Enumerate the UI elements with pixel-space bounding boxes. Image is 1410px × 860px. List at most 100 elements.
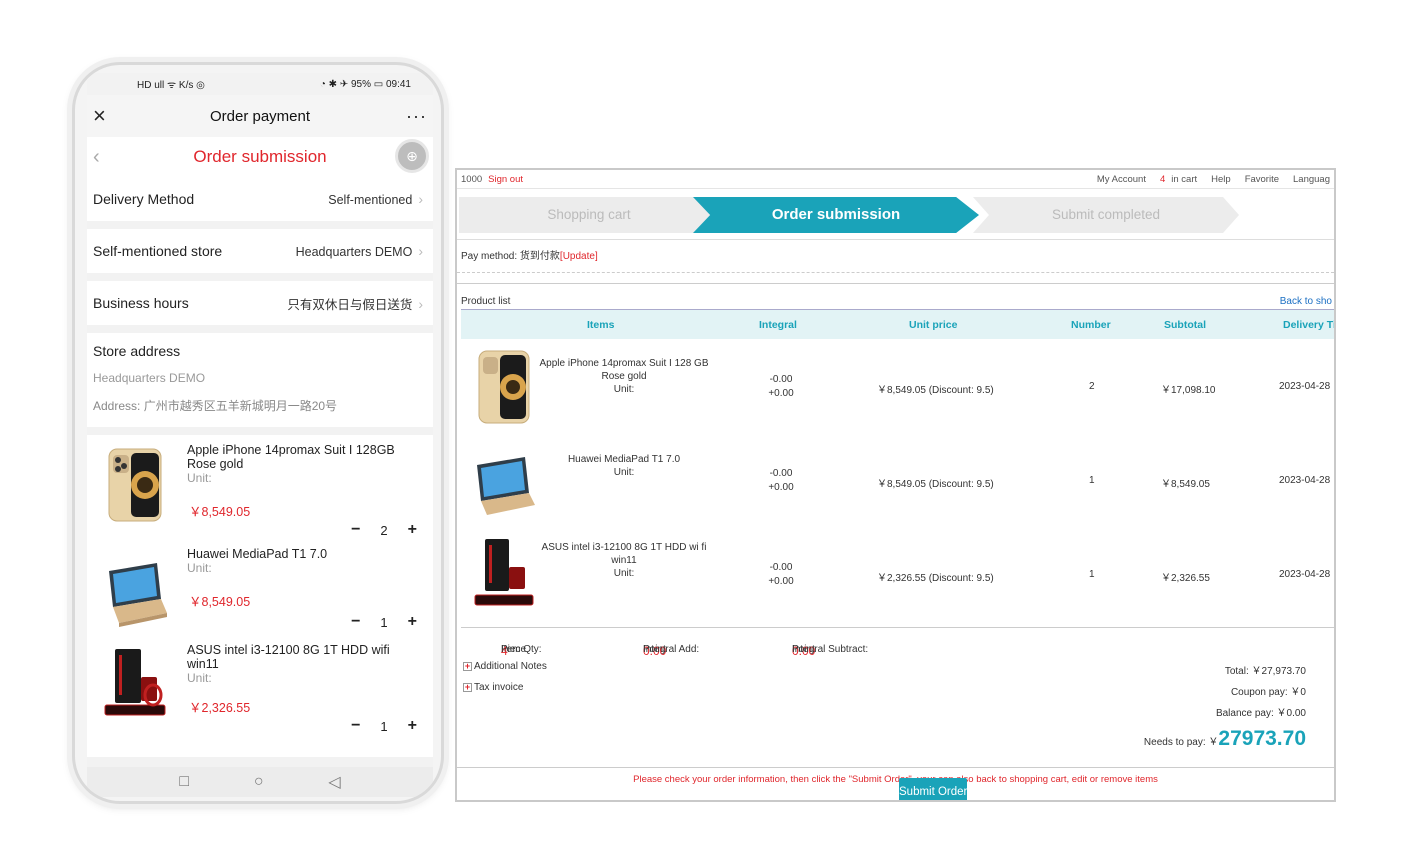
row-business-hours[interactable]: Business hours 只有双休日与假日送货 ›	[87, 281, 433, 325]
product-name: ASUS intel i3-12100 8G 1T HDD wi fi win1…	[541, 542, 707, 579]
row-self-mentioned-store[interactable]: Self-mentioned store Headquarters DEMO ›	[87, 229, 433, 273]
number: 1	[1089, 569, 1095, 580]
update-pay-method-link[interactable]: [Update]	[560, 251, 598, 262]
order-summary-line: Item Qty: 4 Piece Integral Add: 0.00 Poi…	[461, 627, 1334, 658]
delivery-date: 2023-04-28	[1279, 381, 1331, 392]
table-header: Items Integral Unit price Number Subtota…	[461, 309, 1334, 339]
chevron-right-icon: ›	[418, 191, 423, 207]
desktop-pc-product-image	[474, 539, 534, 606]
minus-button[interactable]: −	[351, 613, 360, 631]
quantity-stepper: − 1 +	[351, 717, 417, 735]
chevron-right-icon: ›	[418, 243, 423, 259]
product-price: ￥8,549.05	[189, 505, 251, 519]
quantity-value: 1	[380, 614, 388, 630]
close-icon[interactable]: ×	[93, 103, 121, 129]
quantity-stepper: − 1 +	[351, 613, 417, 631]
quantity-value: 2	[380, 522, 388, 538]
cart-link[interactable]: in cart	[1171, 174, 1197, 185]
pay-method-label: Pay method: 货到付款	[461, 251, 560, 262]
submit-order-button[interactable]: Submit Order	[899, 778, 967, 800]
status-left: HD ull ᯤ K/s ◎	[137, 80, 205, 91]
favorite-link[interactable]: Favorite	[1245, 174, 1279, 185]
back-to-shopping-link[interactable]: Back to sho	[1280, 296, 1332, 307]
minus-button[interactable]: −	[351, 521, 360, 539]
recent-apps-icon[interactable]: □	[179, 773, 189, 791]
tax-invoice-toggle[interactable]: + Tax invoice	[463, 682, 523, 693]
back-icon[interactable]: ‹	[93, 146, 100, 169]
sign-out-link[interactable]: Sign out	[488, 174, 523, 185]
store-address-heading: Store address	[93, 343, 181, 359]
quantity-stepper: − 2 +	[351, 521, 417, 539]
coupon-pay: Coupon pay: ￥0	[1230, 687, 1306, 698]
minus-button[interactable]: −	[351, 717, 360, 735]
unit-price: ￥2,326.55 (Discount: 9.5)	[877, 573, 994, 584]
back-nav-icon[interactable]: ◁	[328, 772, 340, 792]
help-link[interactable]: Help	[1211, 174, 1231, 185]
status-right: ◔ ✱ ✈ 95% ▭ 09:41	[319, 78, 411, 90]
integral-values: -0.00 +0.00	[768, 374, 794, 399]
step-shopping-cart: Shopping cart	[459, 197, 719, 233]
iphone-product-image	[478, 350, 530, 424]
pay-method: Pay method: 货到付款[Update]	[457, 241, 1334, 273]
order-totals: Total: ￥27,973.70 Coupon pay: ￥0 Balance…	[1144, 661, 1306, 753]
table-row: ASUS intel i3-12100 8G 1T HDD wi fi win1…	[461, 527, 1334, 621]
step-order-submission: Order submission	[693, 197, 979, 233]
tablet-product-image	[109, 563, 167, 627]
balance-pay: Balance pay: ￥0.00	[1215, 708, 1306, 719]
row-value: 只有双休日与假日送货	[287, 297, 413, 312]
product-name: Huawei MediaPad T1 7.0 Unit:	[187, 547, 328, 575]
product-name: Huawei MediaPad T1 7.0 Unit:	[567, 454, 681, 478]
needs-to-pay: Needs to pay: ￥27973.70	[1143, 727, 1306, 750]
delivery-date: 2023-04-28	[1279, 569, 1331, 580]
plus-button[interactable]: +	[408, 521, 417, 539]
integral-values: -0.00 +0.00	[768, 468, 794, 493]
col-unit-price: Unit price	[909, 319, 958, 331]
integral-values: -0.00 +0.00	[768, 562, 794, 587]
product-price: ￥8,549.05	[189, 595, 251, 609]
row-value: Self-mentioned	[328, 193, 413, 207]
globe-icon[interactable]: ⊕	[395, 139, 429, 173]
iphone-product-image	[108, 448, 162, 522]
list-item: ASUS intel i3-12100 8G 1T HDD wifi win11…	[87, 641, 433, 745]
my-account-link[interactable]: My Account	[1097, 174, 1146, 185]
store-address: Address: 广州市越秀区五羊新城明月一路20号	[93, 399, 338, 413]
subtotal: ￥2,326.55	[1161, 573, 1210, 584]
subtotal: ￥17,098.10	[1161, 385, 1216, 396]
table-row: Apple iPhone 14promax Suit I 128 GB Rose…	[461, 339, 1334, 433]
col-delivery-time: Delivery Ti	[1283, 319, 1336, 331]
row-value: Headquarters DEMO	[295, 245, 413, 259]
subtotal: ￥8,549.05	[1161, 479, 1210, 490]
unit-price: ￥8,549.05 (Discount: 9.5)	[877, 479, 994, 490]
store-address-section: Store address Headquarters DEMO Address:…	[87, 333, 433, 427]
row-label: Delivery Method	[93, 191, 195, 207]
plus-icon: +	[463, 682, 472, 692]
chevron-right-icon: ›	[418, 295, 423, 312]
page-title: Order payment	[209, 107, 311, 125]
more-icon[interactable]: ···	[399, 106, 427, 127]
checkout-steps: Shopping cart Submit completed Order sub…	[457, 188, 1334, 240]
list-item: Apple iPhone 14promax Suit I 128GB Rose …	[87, 441, 433, 545]
android-nav-bar: □ ○ ◁	[87, 767, 433, 797]
desktop-pc-product-image	[104, 649, 166, 716]
plus-button[interactable]: +	[408, 717, 417, 735]
tablet-product-image	[477, 457, 535, 515]
step-submit-completed: Submit completed	[973, 197, 1239, 233]
quantity-value: 1	[380, 718, 388, 734]
total: Total: ￥27,973.70	[1224, 666, 1306, 677]
product-list: Apple iPhone 14promax Suit I 128GB Rose …	[87, 435, 433, 757]
number: 1	[1089, 475, 1095, 486]
language-link[interactable]: Languag	[1293, 174, 1330, 185]
product-name: Apple iPhone 14promax Suit I 128GB Rose …	[187, 443, 395, 485]
additional-notes-toggle[interactable]: + Additional Notes	[463, 661, 547, 672]
product-list-title: Product list	[461, 296, 511, 307]
top-bar: 1000 Sign out My Account 4 in cart Help …	[457, 170, 1334, 188]
row-delivery-method[interactable]: Delivery Method Self-mentioned ›	[87, 177, 433, 221]
user-id: 1000	[461, 173, 483, 185]
phone-screen: HD ull ᯤ K/s ◎ ◔ ✱ ✈ 95% ▭ 09:41 × Order…	[87, 73, 433, 797]
list-item: Huawei MediaPad T1 7.0 Unit: ￥8,549.05 −…	[87, 545, 433, 641]
plus-button[interactable]: +	[408, 613, 417, 631]
col-number: Number	[1071, 319, 1111, 331]
row-label: Self-mentioned store	[93, 243, 223, 259]
home-icon[interactable]: ○	[254, 773, 264, 791]
product-name: ASUS intel i3-12100 8G 1T HDD wifi win11…	[187, 643, 390, 685]
